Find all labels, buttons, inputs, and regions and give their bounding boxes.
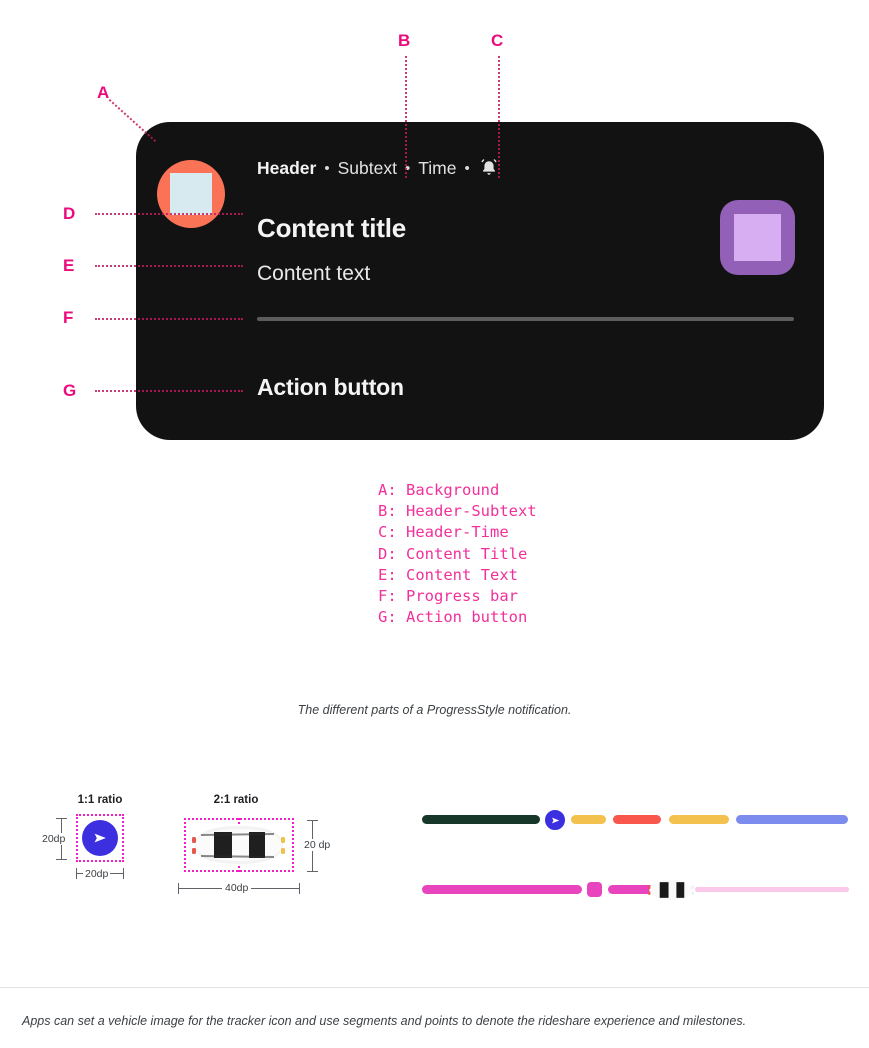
dim-cap-right-2-1 <box>299 883 301 894</box>
diagram-canvas: Header • Subtext • Time • Content title … <box>0 0 869 1048</box>
callout-label-b: B <box>398 31 411 50</box>
large-icon <box>720 200 795 275</box>
tracker-car-top-view-icon[interactable] <box>645 874 697 906</box>
legend-list: A: Background B: Header-Subtext C: Heade… <box>378 481 537 627</box>
dim-cap-bottom-1-1 <box>56 859 67 861</box>
callout-label-d: D <box>63 204 76 223</box>
play-navigation-icon-1-1 <box>82 820 118 856</box>
dim-label-width-2-1: 40dp <box>222 882 252 894</box>
rideshare-track-remaining[interactable] <box>695 887 849 892</box>
callout-label-e: E <box>63 256 75 275</box>
avatar <box>157 160 225 228</box>
dim-label-height-2-1: 20 dp <box>302 839 333 851</box>
leader-line-d <box>95 213 243 215</box>
content-title: Content title <box>257 213 407 243</box>
segment-red[interactable] <box>613 815 661 824</box>
leader-line-b <box>405 56 407 178</box>
callout-label-f: F <box>63 308 74 327</box>
header-label: Header <box>257 157 317 178</box>
segment-yellow-2[interactable] <box>669 815 729 824</box>
segment-yellow-1[interactable] <box>571 815 606 824</box>
rideshare-segment-1[interactable] <box>422 885 582 894</box>
car-top-view-icon-2-1 <box>192 826 285 864</box>
dim-cap-bottom-2-1 <box>307 871 318 873</box>
content-text: Content text <box>257 262 371 285</box>
segment-blue[interactable] <box>736 815 848 824</box>
notification-header-row: Header • Subtext • Time • <box>257 157 500 179</box>
dim-cap-left-1-1 <box>76 868 78 879</box>
callout-label-a: A <box>97 83 110 102</box>
divider <box>0 987 869 988</box>
leader-line-a <box>108 99 157 142</box>
segment-completed[interactable] <box>422 815 540 824</box>
header-separator-1: • <box>324 159 330 177</box>
play-arrow-glyph <box>551 817 559 823</box>
dim-cap-left-2-1 <box>178 883 180 894</box>
action-button[interactable]: Action button <box>257 374 404 401</box>
dim-label-width-1-1: 20dp <box>83 868 111 880</box>
callout-label-g: G <box>63 381 77 400</box>
caption-middle: The different parts of a ProgressStyle n… <box>297 703 572 717</box>
ratio-label-1-1: 1:1 ratio <box>77 794 123 806</box>
leader-line-f <box>95 318 243 320</box>
caption-bottom: Apps can set a vehicle image for the tra… <box>22 1014 747 1028</box>
play-arrow-glyph <box>94 833 106 843</box>
ratio-label-2-1: 2:1 ratio <box>213 794 259 806</box>
leader-line-g <box>95 390 243 392</box>
dim-cap-top-2-1 <box>307 820 318 822</box>
leader-line-c <box>498 56 500 178</box>
dim-cap-top-1-1 <box>56 818 67 820</box>
large-purple-blob-icon <box>734 214 781 261</box>
header-time: Time <box>418 157 457 178</box>
dim-cap-right-1-1 <box>123 868 125 879</box>
notification-card: Header • Subtext • Time • Content title … <box>136 122 824 440</box>
progress-bar[interactable] <box>257 317 794 321</box>
milestone-point[interactable] <box>587 882 602 897</box>
bell-icon <box>478 157 500 179</box>
avatar-blob-icon <box>170 173 212 215</box>
callout-label-c: C <box>491 31 504 50</box>
dim-label-height-1-1: 20dp <box>41 833 67 845</box>
header-separator-3: • <box>464 159 470 177</box>
tracker-play-navigation-icon[interactable] <box>543 808 567 832</box>
leader-line-e <box>95 265 243 267</box>
header-subtext: Subtext <box>337 157 397 178</box>
